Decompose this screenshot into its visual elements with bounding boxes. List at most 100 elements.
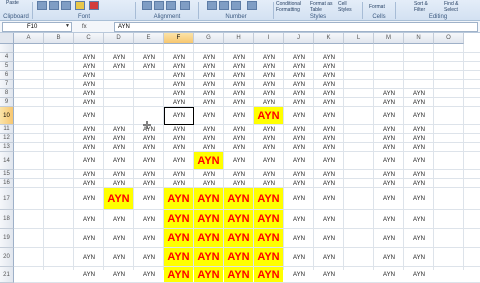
cell[interactable]: AYN — [404, 98, 434, 107]
cell[interactable]: AYN — [374, 267, 404, 283]
cell[interactable]: AYN — [104, 134, 134, 143]
cell[interactable]: AYN — [284, 143, 314, 152]
cell[interactable]: AYN — [374, 98, 404, 107]
cell[interactable]: AYN — [164, 179, 194, 188]
cell[interactable]: AYN — [74, 229, 104, 248]
cell[interactable]: AYN — [404, 152, 434, 170]
highlighted-cell[interactable]: AYN — [164, 248, 193, 266]
cell[interactable]: AYN — [224, 143, 254, 152]
cell[interactable]: AYN — [134, 267, 164, 283]
cell[interactable]: AYN — [254, 62, 284, 71]
cell[interactable]: AYN — [284, 152, 314, 170]
cell[interactable]: AYN — [194, 89, 224, 98]
cell[interactable]: AYN — [164, 71, 194, 80]
highlighted-cell[interactable]: AYN — [194, 248, 223, 266]
cell[interactable]: AYN — [254, 179, 284, 188]
row-header-10[interactable]: 10 — [0, 107, 14, 125]
cell[interactable]: AYN — [254, 170, 284, 179]
cell[interactable]: AYN — [104, 248, 134, 267]
column-header-n[interactable]: N — [404, 33, 434, 44]
cell[interactable]: AYN — [224, 152, 254, 170]
conditional-formatting-button[interactable]: Conditional Formatting — [276, 1, 306, 13]
cell[interactable]: AYN — [404, 134, 434, 143]
cell[interactable]: AYN — [254, 89, 284, 98]
highlighted-cell[interactable]: AYN — [254, 267, 283, 282]
column-header-i[interactable]: I — [254, 33, 284, 44]
cell[interactable]: AYN — [104, 125, 134, 134]
fill-color-icon[interactable] — [75, 1, 85, 10]
cell[interactable]: AYN — [164, 143, 194, 152]
increase-decimal-icon[interactable] — [247, 1, 257, 10]
cell[interactable]: AYN — [194, 134, 224, 143]
cell[interactable]: AYN — [224, 125, 254, 134]
cell[interactable]: AYN — [194, 98, 224, 107]
highlighted-cell[interactable]: AYN — [224, 188, 253, 209]
cell[interactable]: AYN — [284, 248, 314, 267]
cell[interactable]: AYN — [254, 143, 284, 152]
cell[interactable]: AYN — [134, 134, 164, 143]
row-header-16[interactable]: 16 — [0, 179, 14, 188]
cell[interactable]: AYN — [404, 210, 434, 229]
cell[interactable]: AYN — [104, 143, 134, 152]
align-right-icon[interactable] — [166, 1, 176, 10]
cell[interactable]: AYN — [314, 152, 344, 170]
percent-icon[interactable] — [219, 1, 229, 10]
cell[interactable]: AYN — [374, 143, 404, 152]
cell-styles-button[interactable]: Cell Styles — [338, 1, 360, 13]
highlighted-cell[interactable]: AYN — [194, 267, 223, 282]
cell[interactable]: AYN — [224, 179, 254, 188]
cell[interactable]: AYN — [374, 107, 404, 125]
cell[interactable]: AYN — [194, 179, 224, 188]
column-header-g[interactable]: G — [194, 33, 224, 44]
cell[interactable]: AYN — [134, 143, 164, 152]
cell[interactable]: AYN — [284, 134, 314, 143]
format-button[interactable]: Format — [369, 4, 385, 10]
cell[interactable]: AYN — [74, 89, 104, 98]
cell[interactable]: AYN — [254, 152, 284, 170]
cell[interactable]: AYN — [134, 62, 164, 71]
comma-style-icon[interactable] — [231, 1, 241, 10]
cell[interactable]: AYN — [104, 229, 134, 248]
highlighted-cell[interactable]: AYN — [194, 188, 223, 209]
cell[interactable]: AYN — [314, 179, 344, 188]
cell[interactable]: AYN — [194, 80, 224, 89]
cell[interactable]: AYN — [284, 267, 314, 283]
cell[interactable]: AYN — [314, 53, 344, 62]
currency-icon[interactable] — [207, 1, 217, 10]
find-select-button[interactable]: Find & Select — [444, 1, 468, 13]
sort-filter-button[interactable]: Sort & Filter — [414, 1, 438, 13]
column-header-e[interactable]: E — [134, 33, 164, 44]
cell[interactable]: AYN — [284, 188, 314, 210]
cell[interactable]: AYN — [404, 125, 434, 134]
highlighted-cell[interactable]: AYN — [254, 248, 283, 266]
column-header-j[interactable]: J — [284, 33, 314, 44]
cell[interactable]: AYN — [314, 125, 344, 134]
align-left-icon[interactable] — [142, 1, 152, 10]
cell[interactable]: AYN — [74, 134, 104, 143]
cell[interactable]: AYN — [314, 248, 344, 267]
cell[interactable]: AYN — [224, 89, 254, 98]
cell[interactable]: AYN — [74, 248, 104, 267]
row-header-8[interactable]: 8 — [0, 89, 14, 98]
cell[interactable]: AYN — [224, 98, 254, 107]
cell[interactable]: AYN — [404, 143, 434, 152]
row-header-17[interactable]: 17 — [0, 188, 14, 210]
cell[interactable]: AYN — [134, 53, 164, 62]
cell[interactable]: AYN — [374, 179, 404, 188]
cell[interactable]: AYN — [404, 229, 434, 248]
cell[interactable]: AYN — [404, 170, 434, 179]
cell[interactable]: AYN — [374, 210, 404, 229]
bold-icon[interactable] — [37, 1, 47, 10]
highlighted-cell[interactable]: AYN — [254, 107, 283, 124]
cell[interactable]: AYN — [134, 229, 164, 248]
cell[interactable]: AYN — [284, 125, 314, 134]
cell[interactable]: AYN — [404, 188, 434, 210]
cell[interactable]: AYN — [314, 188, 344, 210]
row-header-21[interactable]: 21 — [0, 267, 14, 283]
row-header-20[interactable]: 20 — [0, 248, 14, 267]
cell[interactable]: AYN — [104, 170, 134, 179]
highlighted-cell[interactable]: AYN — [164, 210, 193, 228]
cell[interactable]: AYN — [74, 71, 104, 80]
row-header-3[interactable] — [0, 44, 14, 53]
align-center-icon[interactable] — [154, 1, 164, 10]
